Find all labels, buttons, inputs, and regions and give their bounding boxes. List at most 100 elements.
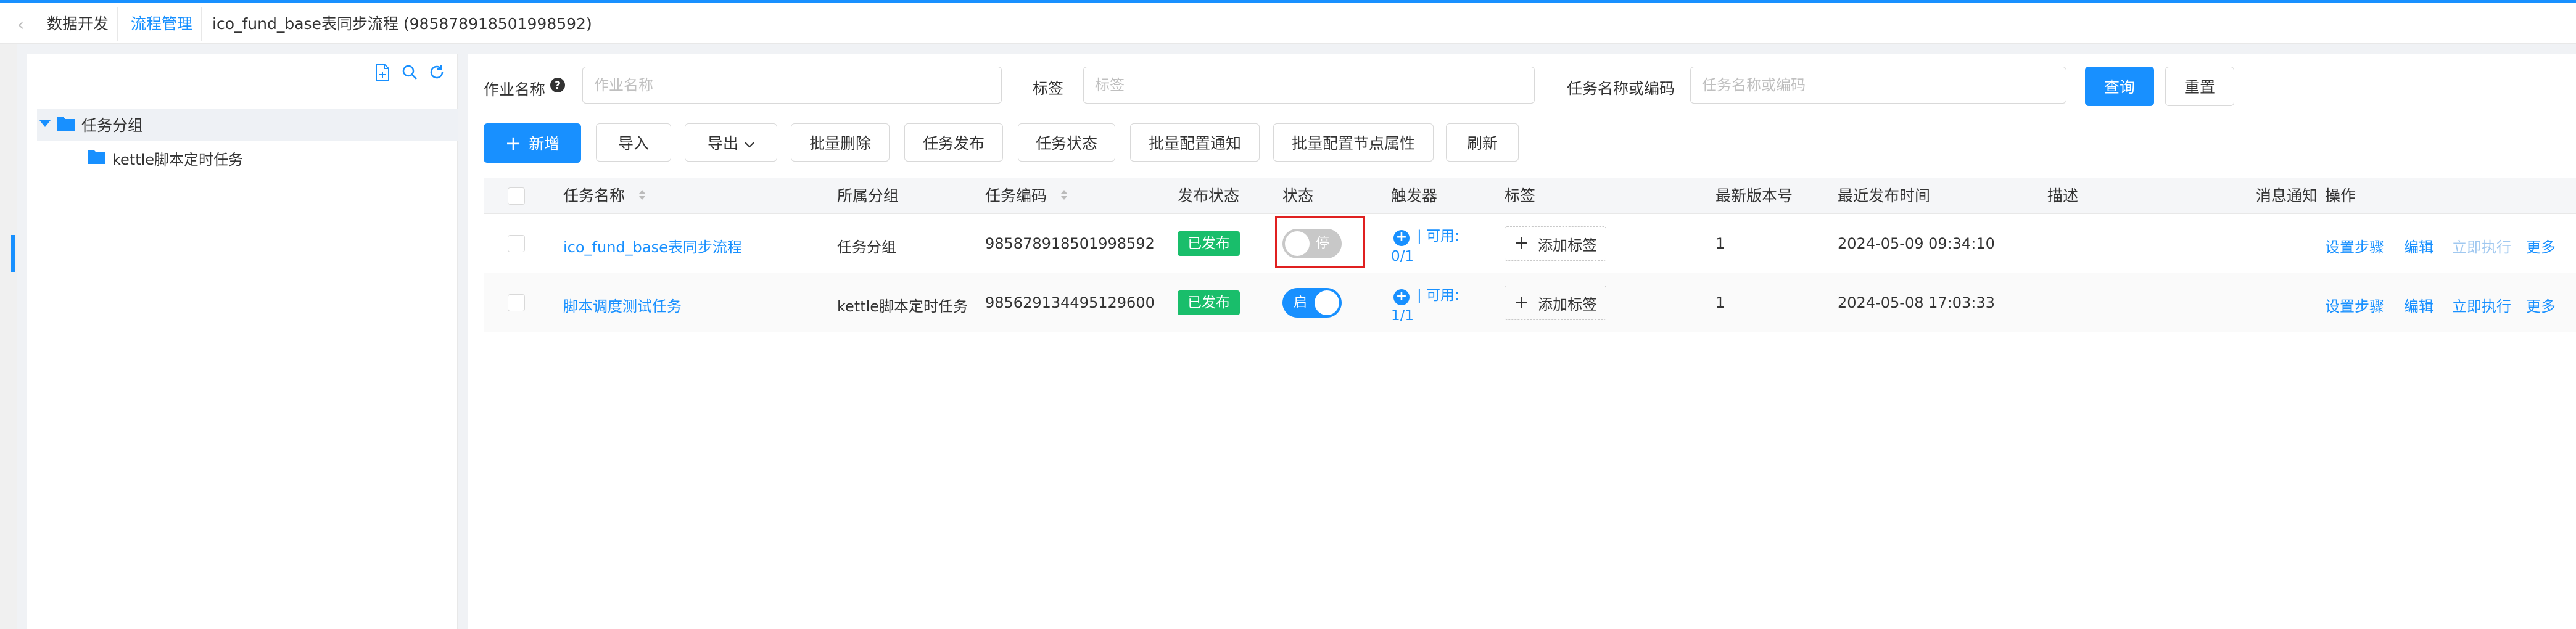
th-task-code-label: 任务编码	[985, 187, 1047, 205]
task-code-cell: 985878918501998592	[985, 235, 1155, 252]
add-trigger-icon[interactable]: +	[1393, 289, 1410, 305]
sort-icon[interactable]	[1060, 187, 1068, 205]
tag-input[interactable]	[1083, 67, 1535, 104]
toggle-text: 启	[1294, 295, 1308, 310]
th-desc: 描述	[2047, 187, 2079, 205]
sort-icon[interactable]	[638, 187, 646, 205]
help-icon[interactable]: ?	[549, 76, 566, 96]
th-tag: 标签	[1505, 187, 1536, 205]
export-button[interactable]: 导出	[685, 123, 777, 162]
query-button[interactable]: 查询	[2085, 67, 2154, 106]
gutter-indicator	[11, 235, 15, 272]
tag-label: 标签	[1033, 80, 1064, 97]
export-button-label: 导出	[707, 134, 738, 152]
caret-down-icon[interactable]	[38, 118, 52, 131]
th-group: 所属分组	[837, 187, 899, 205]
task-name-link[interactable]: 脚本调度测试任务	[563, 294, 682, 316]
version-cell: 1	[1715, 294, 1725, 311]
group-cell: 任务分组	[837, 239, 896, 256]
th-notify-clip: 消息通知	[2256, 178, 2316, 214]
tabs-prev-icon[interactable]: ‹	[17, 14, 24, 35]
add-tag-button[interactable]: + 添加标签	[1505, 226, 1607, 261]
batch-notify-button[interactable]: 批量配置通知	[1130, 123, 1260, 162]
setup-steps-link[interactable]: 设置步骤	[2325, 235, 2384, 257]
th-publish-status: 发布状态	[1178, 187, 1240, 205]
refresh-icon[interactable]	[427, 63, 446, 81]
tabs-bar: ‹ 数据开发 流程管理 ico_fund_base表同步流程 (98587891…	[0, 3, 2576, 44]
run-now-link[interactable]: 立即执行	[2452, 294, 2511, 316]
import-button[interactable]: 导入	[596, 123, 671, 162]
th-ops: 操作	[2325, 187, 2356, 205]
highlight-box	[1275, 216, 1365, 268]
publish-time-cell: 2024-05-08 17:03:33	[1838, 294, 1995, 311]
add-tag-label: 添加标签	[1538, 295, 1598, 313]
th-publish-time: 最近发布时间	[1838, 187, 1931, 205]
trigger-available[interactable]: | 可用:	[1417, 224, 1459, 245]
more-link[interactable]: 更多	[2526, 235, 2556, 257]
table-row: ico_fund_base表同步流程 任务分组 9858789185019985…	[484, 214, 2576, 273]
add-file-icon[interactable]	[373, 63, 392, 81]
job-name-label: 作业名称	[484, 81, 546, 99]
chevron-down-icon	[745, 134, 754, 152]
publish-time-cell: 2024-05-09 09:34:10	[1838, 235, 1995, 252]
row-checkbox[interactable]	[508, 235, 525, 252]
tree-node-root[interactable]: 任务分组	[37, 109, 458, 141]
run-now-link: 立即执行	[2452, 239, 2511, 256]
th-task-name[interactable]: 任务名称	[563, 178, 646, 214]
add-trigger-icon[interactable]: +	[1393, 230, 1410, 246]
plus-icon: +	[1514, 292, 1530, 313]
add-tag-button[interactable]: + 添加标签	[1505, 286, 1607, 320]
trigger-count[interactable]: 0/1	[1391, 249, 1414, 265]
plus-icon: +	[1514, 232, 1530, 254]
folder-icon	[57, 115, 75, 134]
task-name-link[interactable]: ico_fund_base表同步流程	[563, 235, 742, 257]
edit-link[interactable]: 编辑	[2404, 294, 2434, 316]
task-publish-button[interactable]: 任务发布	[904, 123, 1003, 162]
status-badge: 已发布	[1178, 290, 1240, 315]
job-name-input[interactable]	[582, 67, 1002, 104]
row-checkbox[interactable]	[508, 294, 525, 311]
th-status: 状态	[1282, 187, 1314, 205]
main-panel: 作业名称 ? 标签 任务名称或编码 查询 重置 + 新增 导入 导出 批量删除 …	[468, 54, 2576, 629]
task-name-code-input[interactable]	[1690, 67, 2066, 104]
tab-flow-detail[interactable]: ico_fund_base表同步流程 (985878918501998592)	[204, 7, 601, 41]
left-gutter	[0, 44, 17, 629]
th-trigger: 触发器	[1391, 187, 1438, 205]
th-notify: 消息通知	[2256, 187, 2316, 205]
svg-text:?: ?	[555, 80, 561, 92]
refresh-button[interactable]: 刷新	[1446, 123, 1519, 162]
th-version: 最新版本号	[1715, 187, 1793, 205]
trigger-available[interactable]: | 可用:	[1417, 283, 1459, 304]
th-task-code[interactable]: 任务编码	[985, 178, 1068, 214]
table-header: 任务名称 所属分组 任务编码 发布状态 状态 触发器 标签 最新版本号 最近发布…	[484, 178, 2576, 214]
setup-steps-link[interactable]: 设置步骤	[2325, 294, 2384, 316]
tree-child-label: kettle脚本定时任务	[112, 150, 244, 168]
batch-delete-button[interactable]: 批量删除	[791, 123, 890, 162]
status-toggle[interactable]: 启	[1282, 288, 1342, 318]
add-button[interactable]: + 新增	[484, 123, 581, 163]
trigger-count[interactable]: 1/1	[1391, 308, 1414, 324]
toggle-knob	[1315, 290, 1339, 315]
task-table: 任务名称 所属分组 任务编码 发布状态 状态 触发器 标签 最新版本号 最近发布…	[484, 178, 2576, 629]
task-code-cell: 985629134495129600	[985, 294, 1155, 311]
tab-flow-manage[interactable]: 流程管理	[122, 7, 202, 41]
add-button-label: 新增	[529, 135, 560, 153]
task-status-button[interactable]: 任务状态	[1018, 123, 1115, 162]
tree-node-child[interactable]: kettle脚本定时任务	[37, 141, 458, 175]
batch-node-attr-button[interactable]: 批量配置节点属性	[1273, 123, 1434, 162]
reset-button[interactable]: 重置	[2165, 67, 2234, 106]
edit-link[interactable]: 编辑	[2404, 235, 2434, 257]
th-task-name-label: 任务名称	[563, 187, 625, 205]
task-name-code-label: 任务名称或编码	[1567, 80, 1675, 97]
version-cell: 1	[1715, 235, 1725, 252]
more-link[interactable]: 更多	[2526, 294, 2556, 316]
select-all-checkbox[interactable]	[508, 187, 525, 205]
add-tag-label: 添加标签	[1538, 236, 1598, 254]
plus-icon: +	[505, 131, 522, 155]
tab-data-dev[interactable]: 数据开发	[38, 7, 118, 41]
tree-root-label: 任务分组	[81, 117, 144, 134]
group-cell: kettle脚本定时任务	[837, 298, 968, 315]
status-badge: 已发布	[1178, 231, 1240, 256]
table-row: 脚本调度测试任务 kettle脚本定时任务 985629134495129600…	[484, 273, 2576, 332]
search-icon[interactable]	[400, 63, 419, 81]
